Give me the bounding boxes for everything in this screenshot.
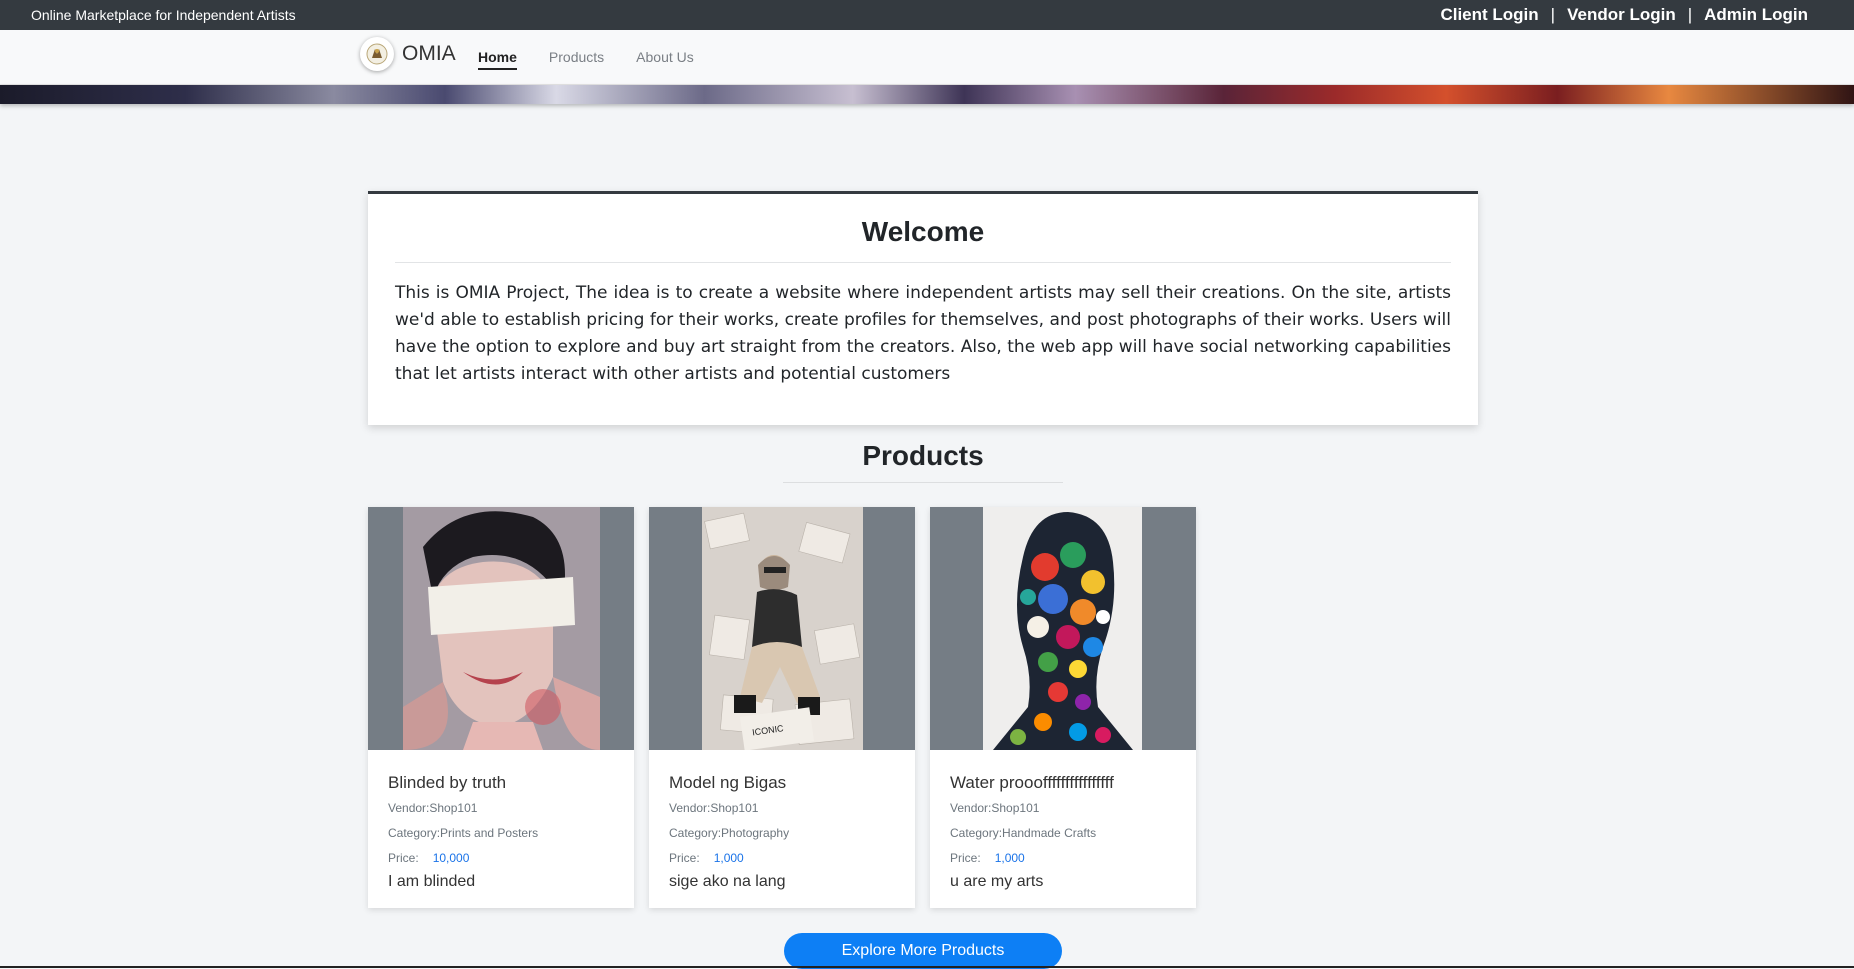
product-price: 10,000	[432, 851, 470, 865]
product-description: u are my arts	[950, 873, 1044, 890]
product-list: Blinded by truth Vendor:Shop101 Category…	[368, 507, 1211, 908]
nav-products[interactable]: Products	[549, 49, 604, 70]
product-description: sige ako na lang	[669, 873, 786, 890]
welcome-card: Welcome This is OMIA Project, The idea i…	[368, 191, 1478, 425]
product-price: 1,000	[713, 851, 744, 865]
product-category: Category:Photography	[669, 826, 790, 840]
colorful-head-painting-image	[983, 507, 1142, 750]
separator: |	[1550, 5, 1556, 24]
product-image[interactable]	[368, 507, 634, 750]
separator: |	[1687, 5, 1693, 24]
client-login-link[interactable]: Client Login	[1440, 5, 1538, 25]
product-price: 1,000	[994, 851, 1025, 865]
product-image[interactable]: ICONIC	[649, 507, 915, 750]
product-vendor: Vendor:Shop101	[950, 801, 1040, 815]
product-category: Category:Prints and Posters	[388, 826, 539, 840]
nav-home[interactable]: Home	[478, 49, 517, 70]
price-label: Price:	[950, 851, 981, 865]
products-title: Products	[783, 440, 1063, 483]
blindfolded-portrait-image	[403, 507, 600, 750]
admin-login-link[interactable]: Admin Login	[1704, 5, 1808, 25]
product-vendor: Vendor:Shop101	[669, 801, 759, 815]
product-title[interactable]: Water proooffffffffffffffff	[950, 773, 1176, 793]
product-title[interactable]: Model ng Bigas	[669, 773, 895, 793]
nav-about-us[interactable]: About Us	[636, 49, 694, 70]
product-category: Category:Handmade Crafts	[950, 826, 1097, 840]
product-description: I am blinded	[388, 873, 476, 890]
product-image[interactable]	[930, 507, 1196, 750]
product-card[interactable]: Blinded by truth Vendor:Shop101 Category…	[368, 507, 634, 908]
welcome-body: This is OMIA Project, The idea is to cre…	[395, 283, 1451, 384]
brand[interactable]: OMIA	[360, 37, 456, 71]
product-price-row: Price: 1,000	[669, 851, 895, 865]
product-title[interactable]: Blinded by truth	[388, 773, 614, 793]
vendor-login-link[interactable]: Vendor Login	[1567, 5, 1676, 25]
omia-logo-icon[interactable]	[360, 37, 394, 71]
main-nav: Home Products About Us	[478, 49, 726, 70]
site-title: Online Marketplace for Independent Artis…	[31, 7, 296, 23]
hero-banner-image	[0, 85, 1854, 104]
model-photo-image: ICONIC	[702, 507, 863, 750]
price-label: Price:	[669, 851, 700, 865]
navbar: OMIA Home Products About Us	[0, 30, 1854, 85]
product-price-row: Price: 10,000	[388, 851, 614, 865]
welcome-title: Welcome	[395, 216, 1451, 263]
login-links: Client Login | Vendor Login | Admin Logi…	[1440, 5, 1808, 25]
explore-more-products-button[interactable]: Explore More Products	[784, 933, 1062, 969]
product-card[interactable]: Water proooffffffffffffffff Vendor:Shop1…	[930, 507, 1196, 908]
top-bar: Online Marketplace for Independent Artis…	[0, 0, 1854, 30]
product-price-row: Price: 1,000	[950, 851, 1176, 865]
price-label: Price:	[388, 851, 419, 865]
product-card[interactable]: ICONIC Model ng Bigas Vendor:Shop101 Cat…	[649, 507, 915, 908]
brand-name[interactable]: OMIA	[402, 42, 456, 66]
product-vendor: Vendor:Shop101	[388, 801, 478, 815]
